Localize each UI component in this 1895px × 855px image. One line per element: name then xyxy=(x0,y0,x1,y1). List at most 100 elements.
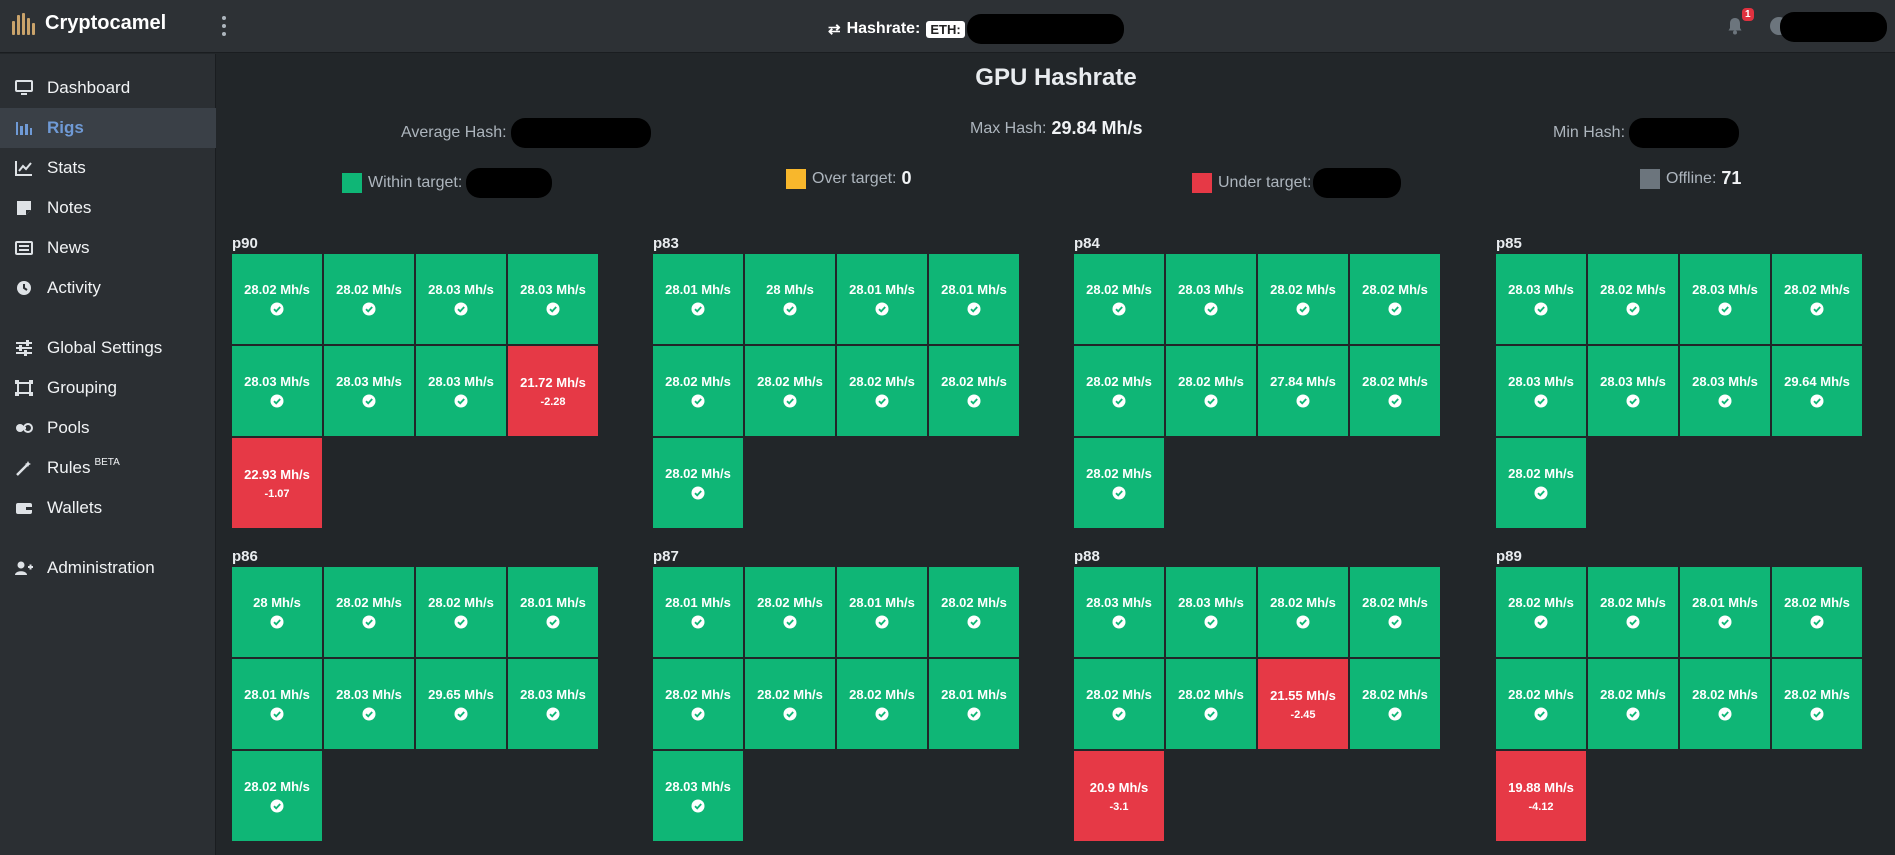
sidebar-item-rules[interactable]: Rules BETA xyxy=(0,448,216,488)
sidebar-item-stats[interactable]: Stats xyxy=(0,148,216,188)
gpu-tile[interactable]: 19.88 Mh/s -4.12 xyxy=(1496,751,1586,841)
gpu-tile[interactable]: 28.03 Mh/s xyxy=(1680,254,1770,344)
gpu-tile[interactable]: 28.02 Mh/s xyxy=(1166,659,1256,749)
sidebar-item-rigs[interactable]: Rigs xyxy=(0,108,216,148)
gpu-tile[interactable]: 28.02 Mh/s xyxy=(1772,254,1862,344)
gpu-tile[interactable]: 28.02 Mh/s xyxy=(1350,254,1440,344)
gpu-tile[interactable]: 22.93 Mh/s -1.07 xyxy=(232,438,322,528)
bell-icon[interactable] xyxy=(1727,17,1743,35)
sidebar-item-wallets[interactable]: Wallets xyxy=(0,488,216,528)
gpu-tile[interactable]: 28.02 Mh/s xyxy=(1074,659,1164,749)
sidebar-item-news[interactable]: News xyxy=(0,228,216,268)
gpu-tile[interactable]: 28.01 Mh/s xyxy=(837,254,927,344)
gpu-tile[interactable]: 28.03 Mh/s xyxy=(1496,254,1586,344)
rig-name[interactable]: p89 xyxy=(1496,548,1876,566)
gpu-tile[interactable]: 28.02 Mh/s xyxy=(1350,567,1440,657)
sidebar-item-dashboard[interactable]: Dashboard xyxy=(0,68,216,108)
gpu-hashrate: 28.01 Mh/s xyxy=(849,282,915,297)
gpu-tile[interactable]: 28.02 Mh/s xyxy=(837,346,927,436)
gpu-tile[interactable]: 28 Mh/s xyxy=(232,567,322,657)
gpu-tile[interactable]: 28.02 Mh/s xyxy=(1350,659,1440,749)
gpu-tile[interactable]: 28.03 Mh/s xyxy=(324,346,414,436)
gpu-tile[interactable]: 28.01 Mh/s xyxy=(837,567,927,657)
gpu-tile[interactable]: 28.02 Mh/s xyxy=(745,346,835,436)
gpu-tile[interactable]: 28.03 Mh/s xyxy=(416,346,506,436)
sidebar-item-grouping[interactable]: Grouping xyxy=(0,368,216,408)
gpu-tile[interactable]: 28.02 Mh/s xyxy=(653,659,743,749)
rig-name[interactable]: p90 xyxy=(232,235,612,253)
gpu-tile[interactable]: 21.55 Mh/s -2.45 xyxy=(1258,659,1348,749)
gpu-tile[interactable]: 28.03 Mh/s xyxy=(1496,346,1586,436)
sidebar-item-activity[interactable]: Activity xyxy=(0,268,216,308)
gpu-tile[interactable]: 28.02 Mh/s xyxy=(232,254,322,344)
gpu-tile[interactable]: 28.02 Mh/s xyxy=(1588,254,1678,344)
rig-name[interactable]: p84 xyxy=(1074,235,1454,253)
gpu-tile[interactable]: 28.02 Mh/s xyxy=(653,346,743,436)
kebab-menu-icon[interactable] xyxy=(220,16,228,36)
gpu-tile[interactable]: 28.02 Mh/s xyxy=(416,567,506,657)
gpu-tile[interactable]: 28.02 Mh/s xyxy=(324,567,414,657)
gpu-tile[interactable]: 28.02 Mh/s xyxy=(1772,567,1862,657)
rig-name[interactable]: p85 xyxy=(1496,235,1876,253)
gpu-tile[interactable]: 28.02 Mh/s xyxy=(324,254,414,344)
gpu-tile[interactable]: 28.01 Mh/s xyxy=(653,254,743,344)
gpu-tile[interactable]: 28.02 Mh/s xyxy=(232,751,322,841)
gpu-tile[interactable]: 28 Mh/s xyxy=(745,254,835,344)
check-circle-icon xyxy=(1534,615,1548,629)
gpu-tile[interactable]: 28.02 Mh/s xyxy=(1588,567,1678,657)
gpu-tile[interactable]: 28.02 Mh/s xyxy=(1772,659,1862,749)
gpu-tile[interactable]: 28.03 Mh/s xyxy=(1166,254,1256,344)
rig-name[interactable]: p83 xyxy=(653,235,1033,253)
gpu-tile[interactable]: 28.03 Mh/s xyxy=(324,659,414,749)
gpu-hashrate: 28.02 Mh/s xyxy=(1508,595,1574,610)
rig-name[interactable]: p88 xyxy=(1074,548,1454,566)
gpu-tile[interactable]: 28.02 Mh/s xyxy=(929,346,1019,436)
gpu-tile[interactable]: 28.02 Mh/s xyxy=(1166,346,1256,436)
gpu-tile[interactable]: 28.03 Mh/s xyxy=(508,254,598,344)
gpu-tile[interactable]: 28.03 Mh/s xyxy=(416,254,506,344)
gpu-tile[interactable]: 28.01 Mh/s xyxy=(232,659,322,749)
gpu-tile[interactable]: 28.02 Mh/s xyxy=(745,567,835,657)
gpu-tile[interactable]: 21.72 Mh/s -2.28 xyxy=(508,346,598,436)
gpu-tile[interactable]: 28.02 Mh/s xyxy=(837,659,927,749)
gpu-tile[interactable]: 28.02 Mh/s xyxy=(653,438,743,528)
gpu-tile[interactable]: 28.02 Mh/s xyxy=(1350,346,1440,436)
brand[interactable]: Cryptocamel xyxy=(12,12,166,35)
gpu-tile[interactable]: 28.01 Mh/s xyxy=(929,254,1019,344)
gpu-tile[interactable]: 28.02 Mh/s xyxy=(1074,346,1164,436)
gpu-tile[interactable]: 28.02 Mh/s xyxy=(1496,438,1586,528)
sidebar-item-notes[interactable]: Notes xyxy=(0,188,216,228)
gpu-tile[interactable]: 28.02 Mh/s xyxy=(1074,438,1164,528)
gpu-tile[interactable]: 28.02 Mh/s xyxy=(1258,567,1348,657)
gpu-tile[interactable]: 28.01 Mh/s xyxy=(1680,567,1770,657)
sidebar-item-global-settings[interactable]: Global Settings xyxy=(0,328,216,368)
gpu-tile[interactable]: 28.02 Mh/s xyxy=(1258,254,1348,344)
sidebar-item-administration[interactable]: Administration xyxy=(0,548,216,588)
gpu-tile[interactable]: 29.65 Mh/s xyxy=(416,659,506,749)
sidebar-item-pools[interactable]: Pools xyxy=(0,408,216,448)
redacted-username[interactable] xyxy=(1780,12,1887,42)
gpu-tile[interactable]: 28.02 Mh/s xyxy=(929,567,1019,657)
gpu-tile[interactable]: 20.9 Mh/s -3.1 xyxy=(1074,751,1164,841)
gpu-tile[interactable]: 28.03 Mh/s xyxy=(1680,346,1770,436)
gpu-tile[interactable]: 29.64 Mh/s xyxy=(1772,346,1862,436)
gpu-tile[interactable]: 28.02 Mh/s xyxy=(1680,659,1770,749)
gpu-tile[interactable]: 28.02 Mh/s xyxy=(1074,254,1164,344)
gpu-tile[interactable]: 28.03 Mh/s xyxy=(1074,567,1164,657)
gpu-tile[interactable]: 28.02 Mh/s xyxy=(1588,659,1678,749)
gpu-tile[interactable]: 28.02 Mh/s xyxy=(745,659,835,749)
gpu-tile[interactable]: 28.03 Mh/s xyxy=(232,346,322,436)
gpu-tile[interactable]: 28.03 Mh/s xyxy=(508,659,598,749)
gpu-tile[interactable]: 28.02 Mh/s xyxy=(1496,567,1586,657)
gpu-tile[interactable]: 28.01 Mh/s xyxy=(653,567,743,657)
gpu-tile[interactable]: 28.01 Mh/s xyxy=(508,567,598,657)
rig-name[interactable]: p86 xyxy=(232,548,612,566)
gpu-tile[interactable]: 28.03 Mh/s xyxy=(653,751,743,841)
gpu-tile[interactable]: 28.03 Mh/s xyxy=(1588,346,1678,436)
gpu-tile[interactable]: 28.03 Mh/s xyxy=(1166,567,1256,657)
check-circle-icon xyxy=(270,302,284,316)
rig-name[interactable]: p87 xyxy=(653,548,1033,566)
gpu-tile[interactable]: 28.02 Mh/s xyxy=(1496,659,1586,749)
gpu-tile[interactable]: 27.84 Mh/s xyxy=(1258,346,1348,436)
gpu-tile[interactable]: 28.01 Mh/s xyxy=(929,659,1019,749)
